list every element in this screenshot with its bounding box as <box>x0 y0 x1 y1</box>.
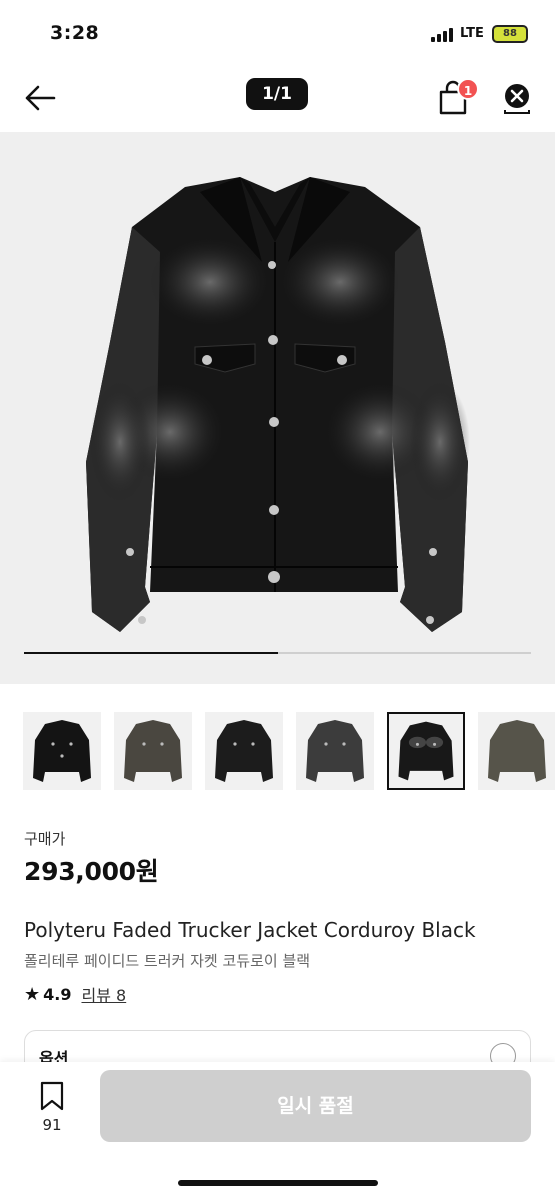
close-icon[interactable] <box>500 80 534 116</box>
battery-level: 88 <box>503 28 517 39</box>
thumbnail-strip[interactable] <box>23 712 555 792</box>
thumbnail-6[interactable] <box>478 712 555 790</box>
price-label: 구매가 <box>24 830 66 848</box>
thumbnail-2[interactable] <box>114 712 192 790</box>
gallery-progress-fill <box>24 652 278 654</box>
product-name-en: Polyteru Faded Trucker Jacket Corduroy B… <box>24 918 476 942</box>
review-link[interactable]: 리뷰 8 <box>81 982 126 1006</box>
thumbnail-4[interactable] <box>296 712 374 790</box>
status-bar: 3:28 LTE 88 <box>0 0 555 62</box>
star-icon: ★ <box>24 983 41 1005</box>
jacket-illustration <box>86 177 470 632</box>
rating-row: ★ 4.9 리뷰 8 <box>24 982 126 1006</box>
signal-icon <box>431 28 455 42</box>
image-counter: 1/1 <box>246 78 308 110</box>
thumbnail-3[interactable] <box>205 712 283 790</box>
cart-badge: 1 <box>457 78 479 100</box>
product-price: 293,000원 <box>24 857 159 886</box>
product-image[interactable] <box>0 132 555 684</box>
bottom-action-bar: 91 일시 품절 <box>0 1062 555 1200</box>
gallery-progress-track <box>24 652 531 654</box>
status-time: 3:28 <box>50 22 100 44</box>
bookmark-count: 91 <box>42 1116 62 1134</box>
network-label: LTE <box>460 26 484 41</box>
battery-icon: 88 <box>492 25 528 43</box>
top-nav: 1/1 1 <box>0 62 555 132</box>
bookmark-icon <box>40 1081 64 1111</box>
sold-out-button[interactable]: 일시 품절 <box>100 1070 531 1142</box>
thumbnail-1[interactable] <box>23 712 101 790</box>
bookmark-button[interactable]: 91 <box>34 1080 70 1144</box>
rating-value: 4.9 <box>43 984 72 1004</box>
thumbnail-5-selected[interactable] <box>387 712 465 790</box>
back-arrow-icon[interactable] <box>22 80 58 116</box>
home-indicator <box>178 1180 378 1186</box>
product-name-ko: 폴리테루 페이디드 트러커 자켓 코듀로이 블랙 <box>24 952 311 970</box>
